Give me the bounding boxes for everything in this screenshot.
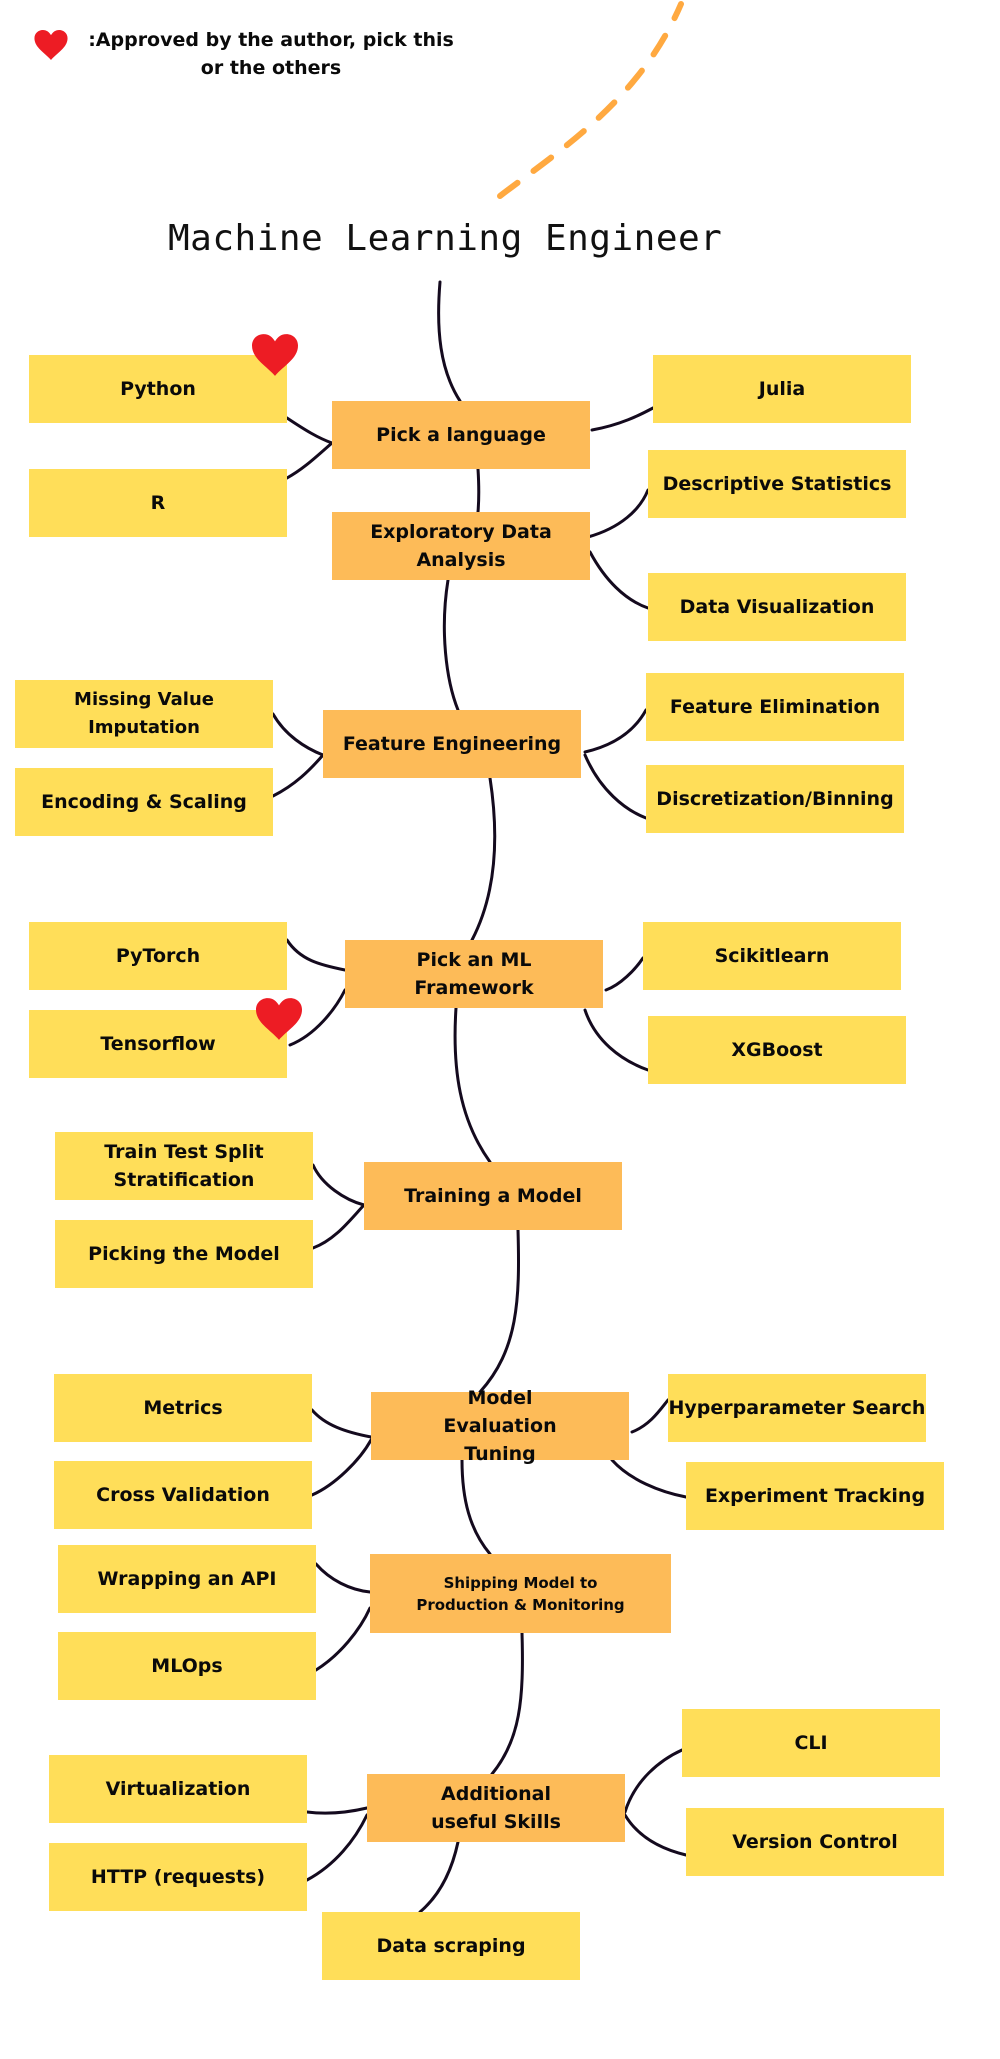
option-r[interactable]: R <box>29 469 287 537</box>
branch-train-test <box>311 1163 366 1207</box>
branch-cli <box>623 1748 684 1814</box>
branch-feature-elim <box>583 708 648 754</box>
branch-julia <box>590 406 655 432</box>
spine-shipping-to-additional <box>490 1631 524 1776</box>
option-picking-model[interactable]: Picking the Model <box>55 1220 313 1288</box>
spine-language-to-eda <box>476 467 481 514</box>
option-wrapping-api[interactable]: Wrapping an API <box>58 1545 316 1613</box>
branch-version <box>623 1813 688 1857</box>
spine-training-to-eval <box>478 1228 521 1394</box>
step-pick-ml-framework[interactable]: Pick an ML Framework <box>345 940 603 1008</box>
option-http-requests[interactable]: HTTP (requests) <box>49 1843 307 1911</box>
branch-crossval <box>310 1438 373 1497</box>
branch-pytorch <box>285 938 347 972</box>
spine-additional-to-scraping <box>418 1840 460 1914</box>
spine-title-to-language <box>437 280 462 403</box>
step-additional-skills[interactable]: Additional useful Skills <box>367 1774 625 1842</box>
branch-missing <box>271 712 325 757</box>
step-model-evaluation[interactable]: Model Evaluation Tuning <box>371 1387 629 1465</box>
option-python[interactable]: Python <box>29 355 287 423</box>
option-tensorflow[interactable]: Tensorflow <box>29 1010 287 1078</box>
step-feature-engineering[interactable]: Feature Engineering <box>323 710 581 778</box>
option-missing-value-imputation[interactable]: Missing Value Imputation <box>15 680 273 748</box>
option-scikitlearn[interactable]: Scikitlearn <box>643 922 901 990</box>
step-pick-language[interactable]: Pick a language <box>332 401 590 469</box>
option-cross-validation[interactable]: Cross Validation <box>54 1461 312 1529</box>
step-training-model[interactable]: Training a Model <box>364 1162 622 1230</box>
spine-ml-to-training <box>453 1006 492 1164</box>
branch-mlops <box>314 1606 372 1672</box>
branch-r <box>285 441 334 480</box>
branch-xgboost <box>583 1008 650 1072</box>
option-hyperparameter-search[interactable]: Hyperparameter Search <box>668 1374 926 1442</box>
option-train-test-split[interactable]: Train Test Split Stratification <box>55 1132 313 1200</box>
branch-virtualization <box>305 1806 369 1815</box>
step-eda[interactable]: Exploratory Data Analysis <box>332 512 590 580</box>
option-encoding-scaling[interactable]: Encoding & Scaling <box>15 768 273 836</box>
legend-text: :Approved by the author, pick this or th… <box>88 29 454 79</box>
option-cli[interactable]: CLI <box>682 1709 940 1777</box>
option-pytorch[interactable]: PyTorch <box>29 922 287 990</box>
option-virtualization[interactable]: Virtualization <box>49 1755 307 1823</box>
branch-descriptive <box>586 488 650 539</box>
step-shipping[interactable]: Shipping Model to Production & Monitorin… <box>370 1554 671 1633</box>
branch-metrics <box>310 1408 373 1439</box>
branch-experiment <box>610 1458 688 1499</box>
spine-eda-to-feature <box>442 578 460 712</box>
branch-encoding <box>271 753 325 798</box>
branch-discretization <box>583 753 648 820</box>
branch-picking <box>311 1203 366 1250</box>
option-discretization-binning[interactable]: Discretization/Binning <box>646 765 904 833</box>
branch-scikit <box>604 956 645 992</box>
option-version-control[interactable]: Version Control <box>686 1808 944 1876</box>
legend-heart-icon <box>34 30 68 60</box>
spine-feature-to-ml <box>470 776 497 942</box>
option-mlops[interactable]: MLOps <box>58 1632 316 1700</box>
option-descriptive-statistics[interactable]: Descriptive Statistics <box>648 450 906 518</box>
option-data-scraping[interactable]: Data scraping <box>322 1912 580 1980</box>
approved-heart-icon <box>256 998 302 1040</box>
branch-hyperparam <box>630 1398 670 1434</box>
option-metrics[interactable]: Metrics <box>54 1374 312 1442</box>
page-title: Machine Learning Engineer <box>168 218 723 259</box>
branch-http <box>305 1813 369 1882</box>
dashed-accent-curve <box>497 1 684 199</box>
branch-python <box>285 416 334 445</box>
spine-eval-to-shipping <box>460 1458 492 1556</box>
option-data-visualization[interactable]: Data Visualization <box>648 573 906 641</box>
option-julia[interactable]: Julia <box>653 355 911 423</box>
option-xgboost[interactable]: XGBoost <box>648 1016 906 1084</box>
approved-heart-icon <box>252 334 298 376</box>
branch-dataviz <box>588 550 650 610</box>
branch-wrapping <box>314 1562 372 1594</box>
option-feature-elimination[interactable]: Feature Elimination <box>646 673 904 741</box>
option-experiment-tracking[interactable]: Experiment Tracking <box>686 1462 944 1530</box>
